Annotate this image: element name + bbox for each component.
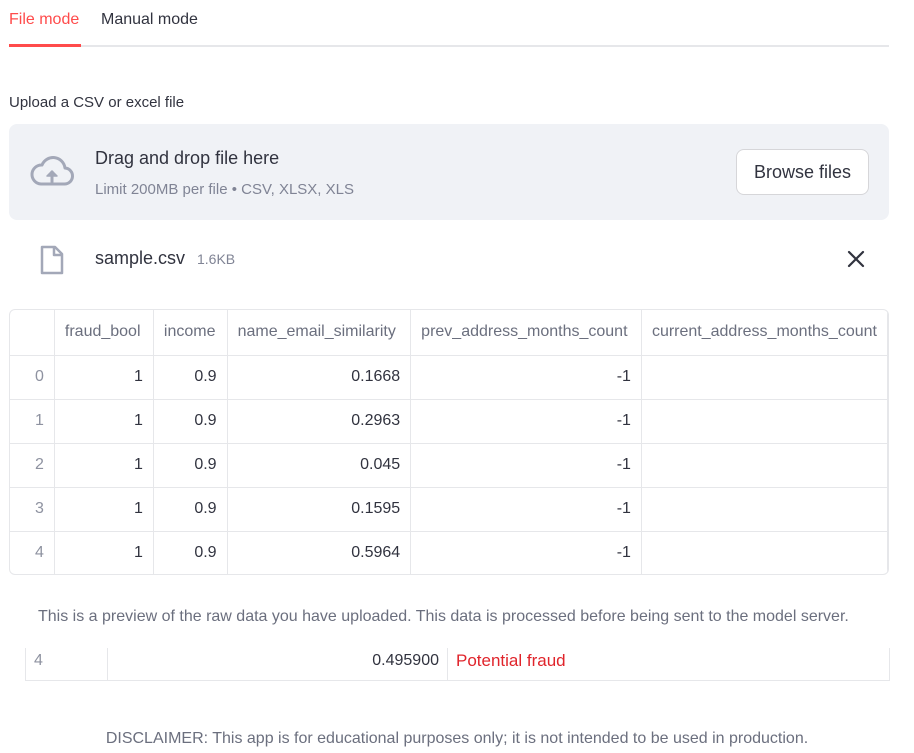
tab-file-mode[interactable]: File mode xyxy=(9,10,79,30)
table-cell[interactable] xyxy=(641,355,888,400)
column-header-index xyxy=(10,310,55,356)
file-dropzone[interactable]: Drag and drop file here Limit 200MB per … xyxy=(9,124,889,220)
column-header[interactable]: name_email_similarity xyxy=(227,310,412,356)
browse-files-button[interactable]: Browse files xyxy=(736,149,869,195)
result-score-cell: 0.495900 xyxy=(108,648,448,680)
table-cell[interactable]: -1 xyxy=(410,443,642,488)
table-cell[interactable]: -1 xyxy=(410,531,642,574)
row-index: 2 xyxy=(10,443,55,488)
table-cell[interactable]: 1 xyxy=(54,399,154,444)
table-row: 3 1 0.9 0.1595 -1 xyxy=(10,487,888,532)
table-cell[interactable]: 0.9 xyxy=(153,531,228,574)
uploaded-file-row: sample.csv 1.6KB xyxy=(9,236,889,282)
table-cell[interactable]: 0.1668 xyxy=(227,355,412,400)
upload-label: Upload a CSV or excel file xyxy=(9,94,185,111)
table-row: 0 1 0.9 0.1668 -1 xyxy=(10,355,888,400)
prediction-result-row: 4 0.495900 Potential fraud xyxy=(25,648,890,681)
disclaimer-text: DISCLAIMER: This app is for educational … xyxy=(105,730,809,747)
table-cell[interactable]: 0.1595 xyxy=(227,487,412,532)
uploaded-file-name: sample.csv xyxy=(95,248,186,268)
table-cell[interactable]: 1 xyxy=(54,443,154,488)
mode-tabs: File mode Manual mode xyxy=(9,0,889,48)
table-cell[interactable]: -1 xyxy=(410,487,642,532)
dropzone-limit-text: Limit 200MB per file • CSV, XLSX, XLS xyxy=(95,181,354,198)
dropzone-title: Drag and drop file here xyxy=(95,148,280,168)
table-row: 1 1 0.9 0.2963 -1 xyxy=(10,399,888,444)
column-header[interactable]: prev_address_months_count xyxy=(410,310,642,356)
cloud-upload-icon xyxy=(30,156,74,186)
dataframe-grid: fraud_bool income name_email_similarity … xyxy=(10,310,888,574)
table-row: 2 1 0.9 0.045 -1 xyxy=(10,443,888,488)
preview-note: This is a preview of the raw data you ha… xyxy=(38,608,849,625)
active-tab-indicator xyxy=(9,44,81,47)
table-row: 4 1 0.9 0.5964 -1 xyxy=(10,531,888,574)
file-icon xyxy=(40,245,64,275)
table-cell[interactable]: 1 xyxy=(54,487,154,532)
result-index: 4 xyxy=(34,652,43,669)
table-cell[interactable] xyxy=(641,487,888,532)
row-index: 1 xyxy=(10,399,55,444)
close-icon[interactable] xyxy=(846,249,866,269)
tab-manual-mode[interactable]: Manual mode xyxy=(101,10,198,30)
column-header[interactable]: current_address_months_count xyxy=(641,310,888,356)
table-cell[interactable]: 0.9 xyxy=(153,487,228,532)
uploaded-file-size: 1.6KB xyxy=(197,251,236,267)
table-cell[interactable]: 1 xyxy=(54,355,154,400)
table-cell[interactable] xyxy=(641,443,888,488)
table-cell[interactable]: 1 xyxy=(54,531,154,574)
row-index: 4 xyxy=(10,531,55,574)
row-index: 0 xyxy=(10,355,55,400)
table-cell[interactable]: 0.9 xyxy=(153,399,228,444)
table-cell[interactable]: -1 xyxy=(410,399,642,444)
table-cell[interactable]: 0.045 xyxy=(227,443,412,488)
table-header-row: fraud_bool income name_email_similarity … xyxy=(10,310,888,356)
result-score: 0.495900 xyxy=(372,652,439,669)
table-cell[interactable]: -1 xyxy=(410,355,642,400)
table-cell[interactable]: 0.2963 xyxy=(227,399,412,444)
table-cell[interactable]: 0.5964 xyxy=(227,531,412,574)
result-index-cell: 4 xyxy=(26,648,108,680)
fraud-label: Potential fraud xyxy=(456,651,566,670)
table-cell[interactable]: 0.9 xyxy=(153,355,228,400)
column-header[interactable]: income xyxy=(153,310,228,356)
row-index: 3 xyxy=(10,487,55,532)
table-cell[interactable] xyxy=(641,399,888,444)
column-header[interactable]: fraud_bool xyxy=(54,310,154,356)
table-cell[interactable] xyxy=(641,531,888,574)
table-cell[interactable]: 0.9 xyxy=(153,443,228,488)
tab-baseline xyxy=(9,45,889,47)
data-preview-table[interactable]: fraud_bool income name_email_similarity … xyxy=(9,309,889,575)
